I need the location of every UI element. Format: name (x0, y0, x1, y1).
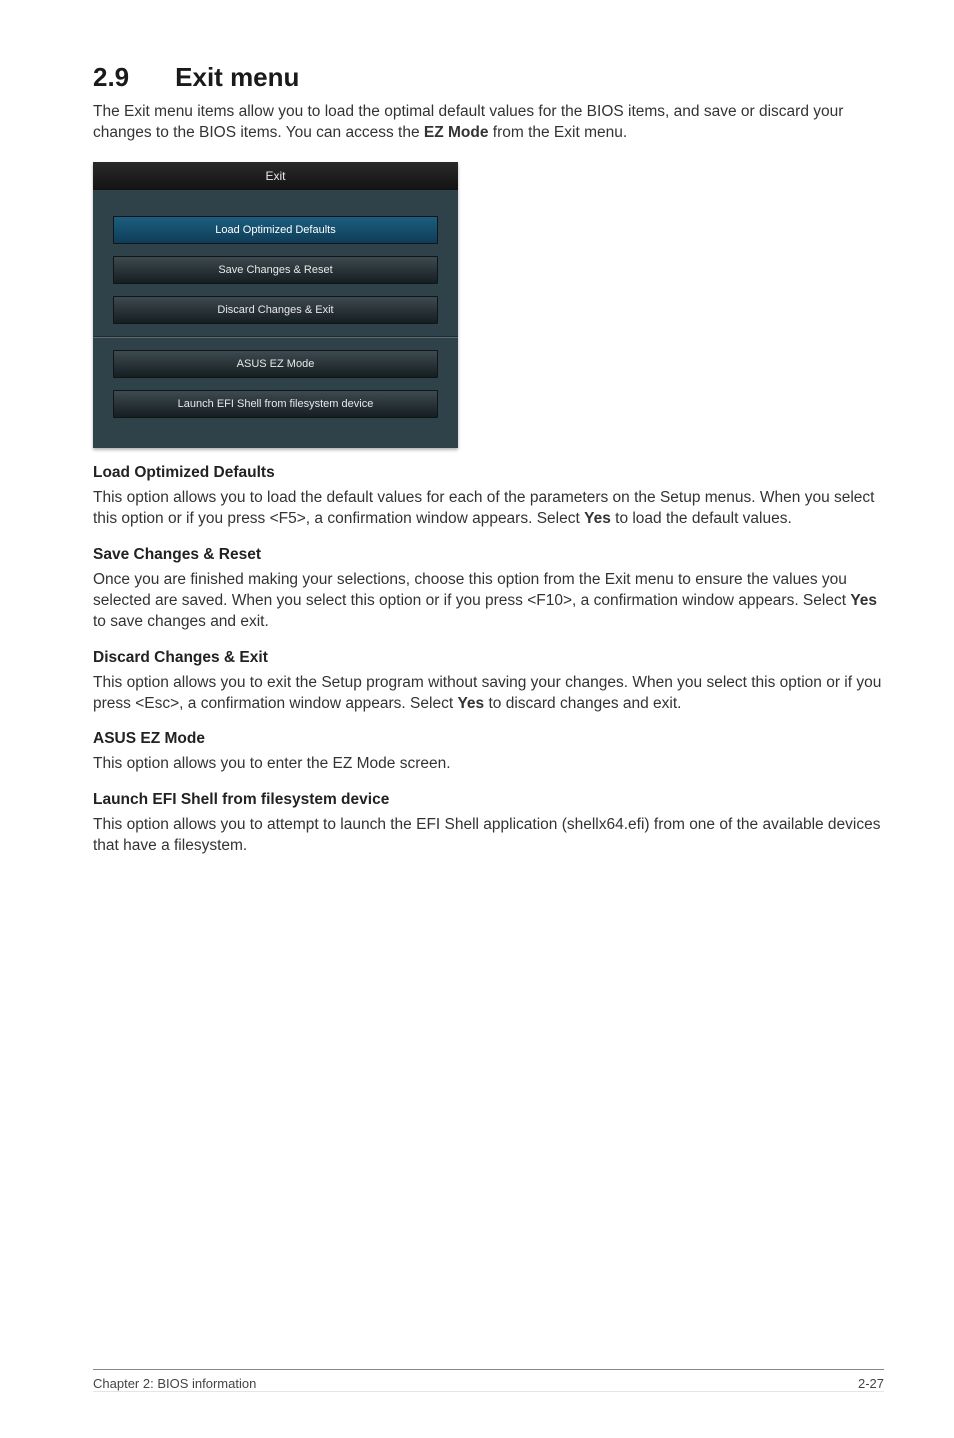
discard-changes-paragraph: This option allows you to exit the Setup… (93, 672, 884, 715)
ez-mode-paragraph: This option allows you to enter the EZ M… (93, 753, 884, 774)
save-changes-paragraph: Once you are finished making your select… (93, 569, 884, 633)
save-text-a: Once you are finished making your select… (93, 571, 850, 609)
load-optimized-paragraph: This option allows you to load the defau… (93, 487, 884, 530)
section-heading: 2.9 Exit menu (93, 62, 884, 93)
section-number: 2.9 (93, 62, 129, 93)
bios-ez-mode-button[interactable]: ASUS EZ Mode (113, 350, 438, 378)
footer-right: 2-27 (858, 1376, 884, 1391)
save-text-yes: Yes (850, 592, 877, 609)
section-title: Exit menu (175, 62, 299, 92)
discard-text-c: to discard changes and exit. (484, 695, 681, 712)
bios-discard-changes-button[interactable]: Discard Changes & Exit (113, 296, 438, 324)
bios-body: Load Optimized Defaults Save Changes & R… (93, 190, 458, 448)
load-optimized-heading: Load Optimized Defaults (93, 464, 884, 482)
intro-bold-ezmode: EZ Mode (424, 124, 489, 141)
save-changes-heading: Save Changes & Reset (93, 546, 884, 564)
page-footer: Chapter 2: BIOS information 2-27 (93, 1369, 884, 1392)
launch-efi-paragraph: This option allows you to attempt to lau… (93, 814, 884, 857)
discard-text-yes: Yes (457, 695, 484, 712)
footer-left: Chapter 2: BIOS information (93, 1376, 256, 1391)
bios-save-changes-button[interactable]: Save Changes & Reset (113, 256, 438, 284)
load-text-c: to load the default values. (611, 510, 792, 527)
load-text-yes: Yes (584, 510, 611, 527)
bios-separator (93, 336, 458, 338)
discard-changes-heading: Discard Changes & Exit (93, 649, 884, 667)
bios-titlebar: Exit (93, 162, 458, 190)
bios-load-optimized-button[interactable]: Load Optimized Defaults (113, 216, 438, 244)
intro-paragraph: The Exit menu items allow you to load th… (93, 101, 884, 144)
bios-exit-panel: Exit Load Optimized Defaults Save Change… (93, 162, 458, 448)
launch-efi-heading: Launch EFI Shell from filesystem device (93, 791, 884, 809)
ez-mode-heading: ASUS EZ Mode (93, 730, 884, 748)
intro-text-c: from the Exit menu. (488, 124, 627, 141)
bios-launch-efi-button[interactable]: Launch EFI Shell from filesystem device (113, 390, 438, 418)
save-text-c: to save changes and exit. (93, 613, 269, 630)
